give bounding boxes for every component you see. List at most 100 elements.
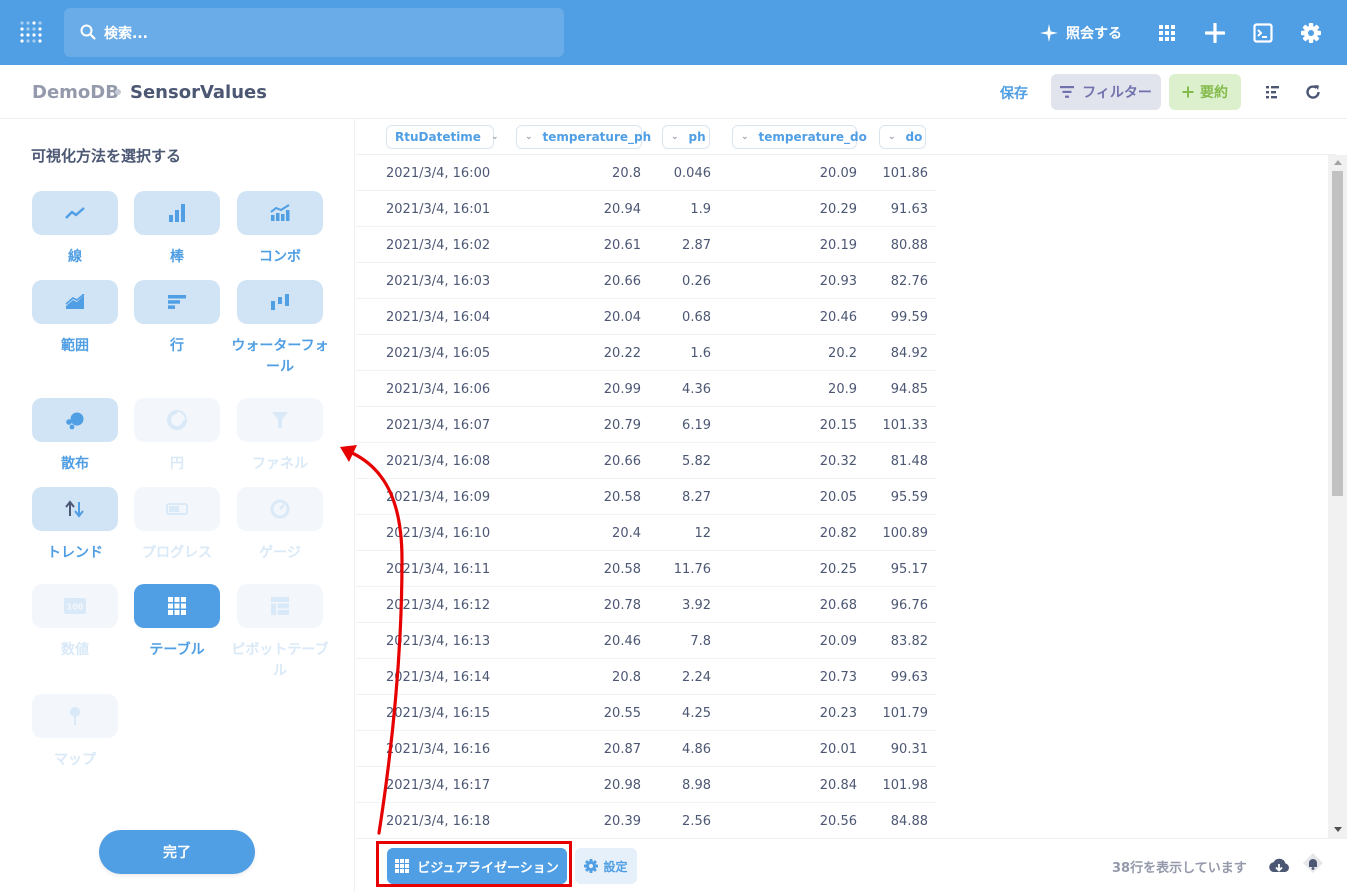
table-cell[interactable]: 2021/3/4, 16:02 — [386, 238, 490, 253]
column-header-temperature-do[interactable]: ⌄ temperature_do — [732, 125, 867, 149]
table-cell[interactable]: 20.09 — [820, 634, 857, 649]
gear-icon[interactable] — [1299, 21, 1323, 45]
table-cell[interactable]: 101.33 — [883, 418, 929, 433]
viz-option-trend[interactable]: トレンド — [31, 487, 119, 564]
table-cell[interactable]: 20.23 — [820, 706, 857, 721]
table-cell[interactable]: 20.46 — [820, 310, 857, 325]
table-cell[interactable]: 20.82 — [820, 526, 857, 541]
table-row[interactable]: 2021/3/4, 16:18 20.39 2.56 20.56 84.88 — [356, 803, 936, 838]
table-cell[interactable]: 84.88 — [891, 814, 928, 829]
table-cell[interactable]: 5.82 — [682, 454, 711, 469]
table-cell[interactable]: 20.66 — [604, 274, 641, 289]
table-cell[interactable]: 20.87 — [604, 742, 641, 757]
column-header-rtudatetime[interactable]: RtuDatetime ⌄ — [386, 125, 499, 149]
notebook-editor-icon[interactable] — [1264, 83, 1282, 101]
table-cell[interactable]: 83.82 — [891, 634, 928, 649]
table-row[interactable]: 2021/3/4, 16:02 20.61 2.87 20.19 80.88 — [356, 227, 936, 263]
table-cell[interactable]: 2021/3/4, 16:11 — [386, 562, 490, 577]
table-cell[interactable]: 101.79 — [883, 706, 929, 721]
viz-option-pivot-table[interactable]: ピボットテーブル — [231, 584, 329, 682]
table-row[interactable]: 2021/3/4, 16:17 20.98 8.98 20.84 101.98 — [356, 767, 936, 803]
table-cell[interactable]: 96.76 — [891, 598, 928, 613]
scrollbar-thumb[interactable] — [1332, 171, 1343, 496]
table-cell[interactable]: 1.6 — [690, 346, 711, 361]
download-icon[interactable] — [1268, 855, 1290, 877]
table-cell[interactable]: 2021/3/4, 16:16 — [386, 742, 490, 757]
scroll-up-arrow-icon[interactable] — [1334, 160, 1342, 165]
table-cell[interactable]: 7.8 — [690, 634, 711, 649]
table-cell[interactable]: 2.24 — [682, 670, 711, 685]
table-cell[interactable]: 2021/3/4, 16:04 — [386, 310, 490, 325]
table-cell[interactable]: 20.8 — [612, 166, 641, 181]
table-cell[interactable]: 20.9 — [828, 382, 857, 397]
table-cell[interactable]: 2021/3/4, 16:06 — [386, 382, 490, 397]
table-cell[interactable]: 3.92 — [682, 598, 711, 613]
table-cell[interactable]: 2021/3/4, 16:14 — [386, 670, 490, 685]
table-cell[interactable]: 2021/3/4, 16:08 — [386, 454, 490, 469]
viz-option-scatter[interactable]: 散布 — [31, 398, 119, 475]
table-row[interactable]: 2021/3/4, 16:06 20.99 4.36 20.9 94.85 — [356, 371, 936, 407]
table-cell[interactable]: 99.59 — [891, 310, 928, 325]
table-cell[interactable]: 95.59 — [891, 490, 928, 505]
table-cell[interactable]: 20.22 — [604, 346, 641, 361]
column-header-temperature-ph[interactable]: ⌄ temperature_ph — [516, 125, 651, 149]
metabase-logo-icon[interactable] — [18, 19, 46, 47]
table-cell[interactable]: 20.8 — [612, 670, 641, 685]
table-cell[interactable]: 20.32 — [820, 454, 857, 469]
table-cell[interactable]: 81.48 — [891, 454, 928, 469]
table-cell[interactable]: 99.63 — [891, 670, 928, 685]
table-row[interactable]: 2021/3/4, 16:16 20.87 4.86 20.01 90.31 — [356, 731, 936, 767]
table-row[interactable]: 2021/3/4, 16:15 20.55 4.25 20.23 101.79 — [356, 695, 936, 731]
table-cell[interactable]: 20.39 — [604, 814, 641, 829]
table-cell[interactable]: 4.25 — [682, 706, 711, 721]
table-cell[interactable]: 2021/3/4, 16:12 — [386, 598, 490, 613]
alert-bell-icon[interactable] — [1302, 852, 1324, 874]
viz-option-map[interactable]: マップ — [31, 694, 119, 771]
viz-option-gauge[interactable]: ゲージ — [236, 487, 324, 564]
table-cell[interactable]: 2021/3/4, 16:15 — [386, 706, 490, 721]
table-cell[interactable]: 20.73 — [820, 670, 857, 685]
viz-option-row[interactable]: 行 — [133, 280, 221, 357]
table-row[interactable]: 2021/3/4, 16:03 20.66 0.26 20.93 82.76 — [356, 263, 936, 299]
table-cell[interactable]: 20.78 — [604, 598, 641, 613]
sql-editor-icon[interactable] — [1251, 21, 1275, 45]
table-cell[interactable]: 8.27 — [682, 490, 711, 505]
table-cell[interactable]: 20.58 — [604, 562, 641, 577]
viz-option-progress[interactable]: プログレス — [133, 487, 221, 564]
table-cell[interactable]: 20.46 — [604, 634, 641, 649]
table-cell[interactable]: 20.05 — [820, 490, 857, 505]
table-cell[interactable]: 95.17 — [891, 562, 928, 577]
table-cell[interactable]: 80.88 — [891, 238, 928, 253]
table-row[interactable]: 2021/3/4, 16:10 20.4 12 20.82 100.89 — [356, 515, 936, 551]
table-cell[interactable]: 20.4 — [612, 526, 641, 541]
table-cell[interactable]: 101.86 — [883, 166, 929, 181]
search-bar[interactable]: 検索... — [64, 8, 564, 57]
scroll-down-arrow-icon[interactable] — [1334, 827, 1342, 832]
table-cell[interactable]: 20.79 — [604, 418, 641, 433]
table-cell[interactable]: 20.61 — [604, 238, 641, 253]
table-cell[interactable]: 20.2 — [828, 346, 857, 361]
save-button[interactable]: 保存 — [1000, 83, 1028, 103]
table-cell[interactable]: 20.94 — [604, 202, 641, 217]
table-cell[interactable]: 20.66 — [604, 454, 641, 469]
table-cell[interactable]: 0.26 — [682, 274, 711, 289]
table-cell[interactable]: 1.9 — [690, 202, 711, 217]
table-cell[interactable]: 11.76 — [674, 562, 711, 577]
table-cell[interactable]: 4.36 — [682, 382, 711, 397]
column-header-do[interactable]: ⌄ do — [879, 125, 926, 149]
viz-option-combo[interactable]: コンボ — [236, 191, 324, 268]
table-row[interactable]: 2021/3/4, 16:11 20.58 11.76 20.25 95.17 — [356, 551, 936, 587]
table-cell[interactable]: 2021/3/4, 16:07 — [386, 418, 490, 433]
table-cell[interactable]: 20.93 — [820, 274, 857, 289]
breadcrumb-database[interactable]: DemoDB — [32, 82, 119, 103]
table-row[interactable]: 2021/3/4, 16:08 20.66 5.82 20.32 81.48 — [356, 443, 936, 479]
apps-grid-icon[interactable] — [1155, 21, 1179, 45]
table-cell[interactable]: 90.31 — [891, 742, 928, 757]
done-button[interactable]: 完了 — [99, 830, 255, 874]
table-row[interactable]: 2021/3/4, 16:13 20.46 7.8 20.09 83.82 — [356, 623, 936, 659]
summarize-button[interactable]: 要約 — [1169, 74, 1241, 110]
table-cell[interactable]: 20.84 — [820, 778, 857, 793]
table-cell[interactable]: 20.19 — [820, 238, 857, 253]
table-cell[interactable]: 20.01 — [820, 742, 857, 757]
table-row[interactable]: 2021/3/4, 16:14 20.8 2.24 20.73 99.63 — [356, 659, 936, 695]
